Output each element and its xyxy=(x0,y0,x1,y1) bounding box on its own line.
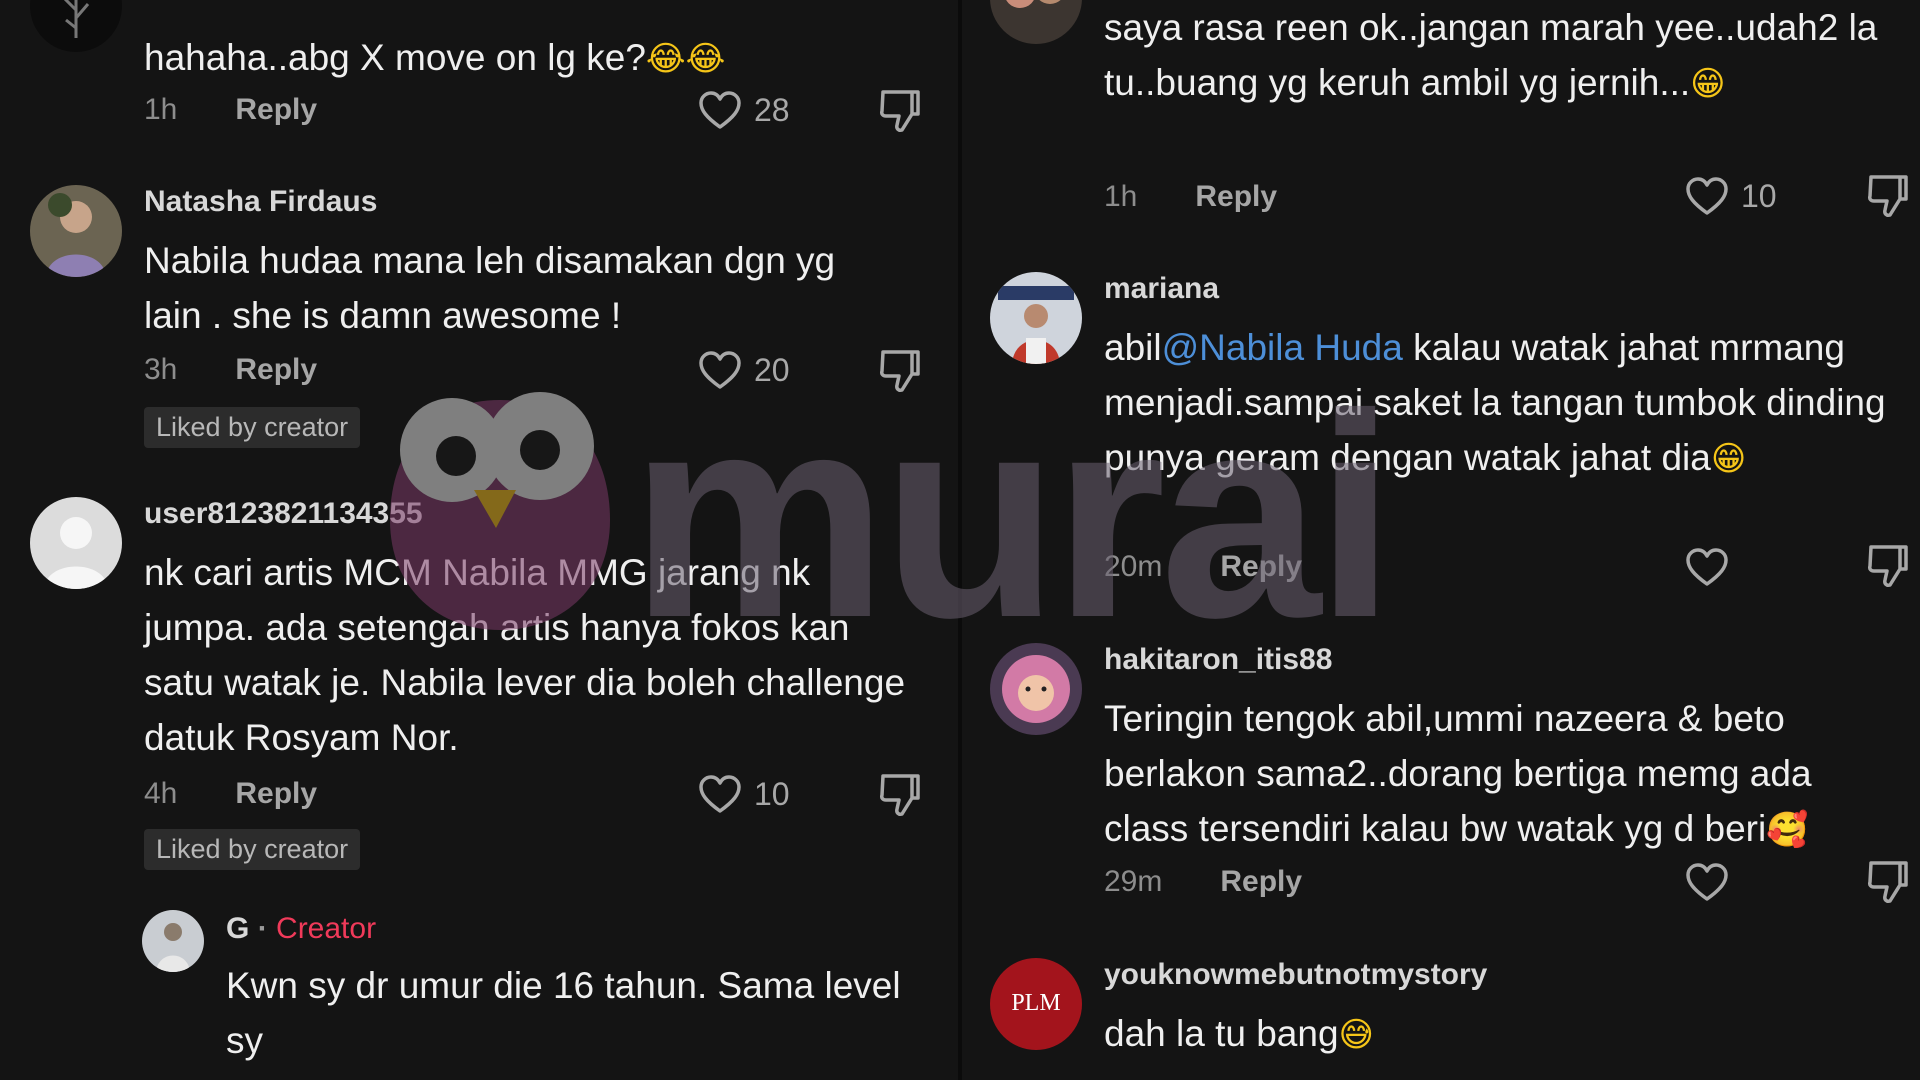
like-count: 20 xyxy=(754,351,790,388)
comment-time: 4h xyxy=(144,777,178,810)
heart-icon xyxy=(1686,177,1728,215)
comment-text: Nabila hudaa mana leh disamakan dgn yg l… xyxy=(144,240,836,336)
reply-button[interactable]: Reply xyxy=(235,353,317,387)
creator-label: Creator xyxy=(276,912,377,945)
dislike-icon[interactable] xyxy=(1866,543,1910,589)
like-button[interactable] xyxy=(1685,547,1729,587)
like-count: 10 xyxy=(754,775,790,812)
comment-username[interactable]: Natasha Firdaus xyxy=(144,185,377,219)
comment-text: Teringin tengok abil,ummi nazeera & beto… xyxy=(1104,698,1812,849)
separator-dot: · xyxy=(257,912,268,945)
mention-link[interactable]: @Nabila Huda xyxy=(1162,327,1403,368)
comment-time: 3h xyxy=(144,353,178,386)
comment-time: 29m xyxy=(1104,865,1163,898)
liked-by-creator-badge: Liked by creator xyxy=(144,407,361,448)
heart-icon xyxy=(699,351,741,389)
avatar[interactable] xyxy=(30,497,122,589)
dislike-icon[interactable] xyxy=(878,772,922,818)
comment-item: user8123821134355 nk cari artis MCM Nabi… xyxy=(30,497,930,877)
comment-item: hahaha..abg X move on lg ke?😂😂 1h Reply … xyxy=(30,0,930,140)
dislike-icon[interactable] xyxy=(878,88,922,134)
heart-icon xyxy=(1686,548,1728,586)
comment-username[interactable]: hakitaron_itis88 xyxy=(1104,643,1332,677)
dislike-icon[interactable] xyxy=(878,348,922,394)
avatar[interactable] xyxy=(30,185,122,277)
comment-item: saya rasa reen ok..jangan marah yee..uda… xyxy=(990,0,1908,220)
comment-username[interactable]: G xyxy=(226,912,249,945)
comment-item: PLM youknowmebutnotmystory dah la tu ban… xyxy=(990,958,1890,1080)
reply-button[interactable]: Reply xyxy=(235,777,317,811)
liked-by-creator-badge: Liked by creator xyxy=(144,829,361,870)
like-count: 10 xyxy=(1741,177,1777,214)
creator-reply-item: G · Creator Kwn sy dr umur die 16 tahun.… xyxy=(142,910,942,1080)
avatar[interactable] xyxy=(990,272,1082,364)
reply-button[interactable]: Reply xyxy=(1220,550,1302,584)
comment-item: hakitaron_itis88 Teringin tengok abil,um… xyxy=(990,643,1908,923)
left-comment-column: hahaha..abg X move on lg ke?😂😂 1h Reply … xyxy=(0,0,960,1080)
comment-text: Kwn sy dr umur die 16 tahun. Sama level … xyxy=(226,965,901,1061)
comment-username[interactable]: youknowmebutnotmystory xyxy=(1104,958,1487,992)
like-button[interactable]: 28 xyxy=(698,90,790,130)
avatar[interactable]: PLM xyxy=(990,958,1082,1050)
comment-username[interactable]: mariana xyxy=(1104,272,1219,306)
comment-emoji: 😅 xyxy=(1338,1015,1374,1055)
like-button[interactable] xyxy=(1685,862,1729,902)
like-button[interactable]: 10 xyxy=(1685,176,1777,216)
like-button[interactable]: 10 xyxy=(698,774,790,814)
comment-item: mariana abil@Nabila Huda kalau watak jah… xyxy=(990,272,1908,602)
reply-button[interactable]: Reply xyxy=(235,93,317,127)
comment-emoji: 😂😂 xyxy=(645,39,726,79)
comment-text: dah la tu bang xyxy=(1104,1013,1339,1054)
heart-icon xyxy=(1686,863,1728,901)
comment-emoji: 🥰 xyxy=(1766,810,1809,850)
avatar[interactable] xyxy=(990,0,1082,44)
comment-time: 1h xyxy=(1104,180,1138,213)
dislike-icon[interactable] xyxy=(1866,859,1910,905)
avatar[interactable] xyxy=(30,0,122,52)
comment-text: saya rasa reen ok..jangan marah yee..uda… xyxy=(1104,7,1878,103)
comment-text: hahaha..abg X move on lg ke? xyxy=(144,37,646,78)
comment-time: 20m xyxy=(1104,550,1163,583)
comment-text: nk cari artis MCM Nabila MMG jarang nk j… xyxy=(144,552,906,758)
heart-icon xyxy=(699,91,741,129)
like-count: 28 xyxy=(754,91,790,128)
reply-button[interactable]: Reply xyxy=(1220,865,1302,899)
comment-text-start: abil xyxy=(1104,327,1162,368)
comment-emoji: 😁 xyxy=(1710,439,1747,479)
avatar[interactable] xyxy=(142,910,204,972)
comment-emoji: 😁 xyxy=(1690,64,1726,104)
reply-button[interactable]: Reply xyxy=(1195,180,1277,214)
avatar[interactable] xyxy=(990,643,1082,735)
heart-icon xyxy=(699,775,741,813)
comment-username[interactable]: user8123821134355 xyxy=(144,497,423,531)
right-comment-column: saya rasa reen ok..jangan marah yee..uda… xyxy=(960,0,1920,1080)
avatar-logo-text: PLM xyxy=(1011,990,1060,1016)
like-button[interactable]: 20 xyxy=(698,350,790,390)
comment-time: 1h xyxy=(144,93,178,126)
dislike-icon[interactable] xyxy=(1866,173,1910,219)
comment-item: Natasha Firdaus Nabila hudaa mana leh di… xyxy=(30,185,930,455)
